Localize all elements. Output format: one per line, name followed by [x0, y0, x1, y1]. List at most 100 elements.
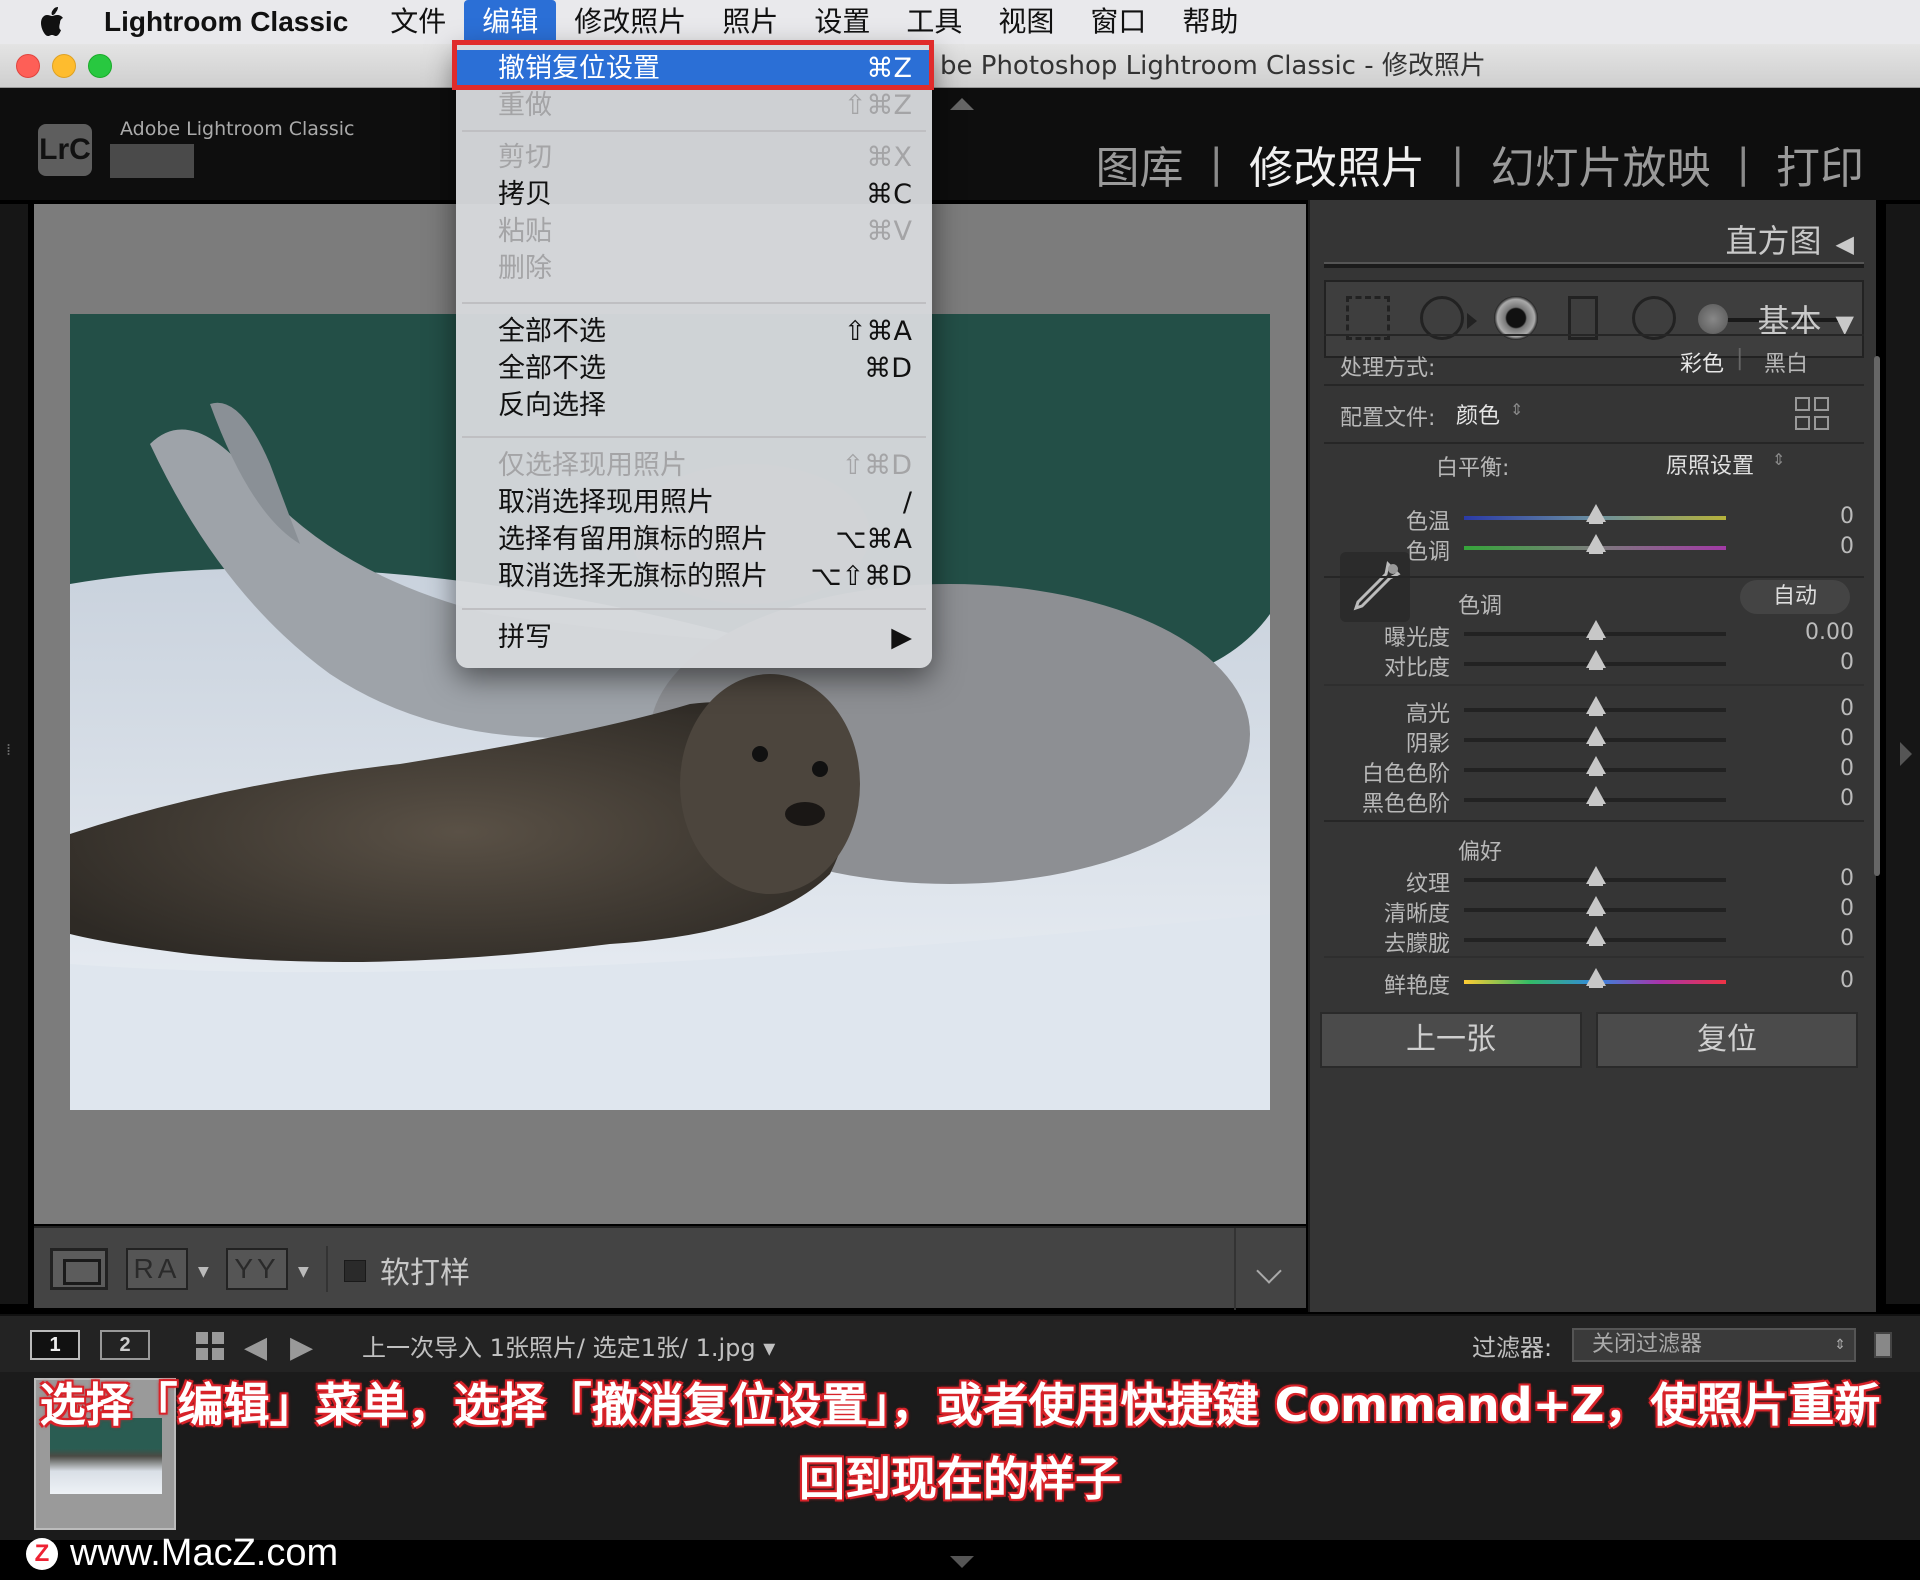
apple-icon[interactable] — [24, 0, 80, 44]
wb-select[interactable]: 原照设置 — [1666, 448, 1754, 480]
menu-item-copy[interactable]: 拷贝 ⌘C — [456, 177, 932, 213]
highlights-slider-knob[interactable] — [1586, 696, 1606, 716]
dehaze-value[interactable]: 0 — [1790, 926, 1854, 951]
menu-item-select-flagged[interactable]: 选择有留用旗标的照片 ⌥⌘A — [456, 522, 932, 558]
dehaze-slider-knob[interactable] — [1586, 926, 1606, 946]
blacks-value[interactable]: 0 — [1790, 786, 1854, 811]
app-subtitle: Adobe Lightroom Classic — [120, 118, 355, 140]
clarity-value[interactable]: 0 — [1790, 896, 1854, 921]
exposure-value[interactable]: 0.00 — [1790, 620, 1854, 645]
profile-browser-grid-icon[interactable] — [1794, 396, 1830, 432]
minimize-window-button[interactable] — [52, 54, 76, 78]
identity-plate — [110, 144, 194, 178]
texture-slider-knob[interactable] — [1586, 866, 1606, 886]
wb-stepper-icon[interactable]: ⇕ — [1772, 450, 1785, 469]
highlights-value[interactable]: 0 — [1790, 696, 1854, 721]
highlight-outline — [452, 40, 934, 90]
before-after-swap-button[interactable]: YY — [226, 1248, 288, 1290]
auto-tone-button[interactable]: 自动 — [1740, 580, 1850, 614]
shadows-label: 阴影 — [1405, 732, 1450, 757]
toolbar-content-menu-button[interactable] — [1234, 1228, 1306, 1310]
tint-value[interactable]: 0 — [1790, 534, 1854, 559]
filter-lock-icon[interactable] — [1874, 1332, 1892, 1358]
filmstrip-source[interactable]: 上一次导入 1张照片/ 选定1张/ 1.jpg ▾ — [362, 1328, 775, 1363]
module-library[interactable]: 图库 — [1070, 132, 1210, 196]
menu-item-select-active-only[interactable]: 仅选择现用照片 ⇧⌘D — [456, 448, 932, 484]
whites-label: 白色色阶 — [1361, 762, 1450, 787]
menu-item-select-none-2[interactable]: 全部不选 ⌘D — [456, 351, 932, 387]
profile-select[interactable]: 颜色 — [1456, 398, 1500, 430]
whites-slider-knob[interactable] — [1586, 756, 1606, 776]
tint-slider-knob[interactable] — [1586, 534, 1606, 554]
clarity-label: 清晰度 — [1383, 902, 1450, 927]
chevron-down-icon[interactable]: ▼ — [198, 1264, 209, 1280]
module-print[interactable]: 打印 — [1750, 132, 1890, 196]
blacks-slider-knob[interactable] — [1586, 786, 1606, 806]
temp-value[interactable]: 0 — [1790, 504, 1854, 529]
menu-view[interactable]: 视图 — [980, 0, 1072, 44]
top-panel-toggle-icon[interactable] — [950, 98, 974, 110]
menu-develop[interactable]: 修改照片 — [556, 0, 704, 44]
menu-item-invert-selection[interactable]: 反向选择 — [456, 388, 932, 424]
menu-item-redo[interactable]: 重做 ⇧⌘Z — [456, 88, 932, 124]
left-panel-toggle-icon[interactable]: ⁞ — [6, 740, 11, 759]
temp-slider-knob[interactable] — [1586, 504, 1606, 524]
module-slideshow[interactable]: 幻灯片放映 — [1465, 132, 1737, 196]
loupe-view-button[interactable] — [50, 1248, 108, 1290]
close-window-button[interactable] — [16, 54, 40, 78]
menu-item-deselect-active[interactable]: 取消选择现用照片 / — [456, 485, 932, 521]
contrast-slider-knob[interactable] — [1586, 650, 1606, 670]
module-develop[interactable]: 修改照片 — [1223, 132, 1451, 196]
vibrance-value[interactable]: 0 — [1790, 968, 1854, 993]
reset-button[interactable]: 复位 — [1596, 1012, 1858, 1068]
bottom-panel-toggle-icon[interactable] — [950, 1556, 974, 1568]
menu-item-delete[interactable]: 删除 — [456, 251, 932, 287]
treatment-color-option[interactable]: 彩色 — [1680, 346, 1724, 378]
menu-photo[interactable]: 照片 — [704, 0, 796, 44]
profile-stepper-icon[interactable]: ⇕ — [1510, 400, 1523, 419]
clarity-slider-knob[interactable] — [1586, 896, 1606, 916]
menu-item-deselect-unflagged[interactable]: 取消选择无旗标的照片 ⌥⇧⌘D — [456, 559, 932, 595]
temp-label: 色温 — [1405, 510, 1450, 535]
menu-item-paste[interactable]: 粘贴 ⌘V — [456, 214, 932, 250]
adjustment-brush-icon[interactable] — [1698, 304, 1728, 334]
vibrance-slider-knob[interactable] — [1586, 968, 1606, 988]
soft-proof-checkbox[interactable] — [344, 1260, 366, 1282]
texture-value[interactable]: 0 — [1790, 866, 1854, 891]
primary-display-button[interactable]: 1 — [30, 1330, 80, 1360]
menu-item-label: 剪切 — [498, 142, 552, 173]
back-arrow-icon[interactable]: ◀ — [244, 1330, 267, 1365]
menu-window[interactable]: 窗口 — [1072, 0, 1164, 44]
exposure-slider-knob[interactable] — [1586, 620, 1606, 640]
menu-item-select-none-1[interactable]: 全部不选 ⇧⌘A — [456, 314, 932, 350]
menu-settings[interactable]: 设置 — [796, 0, 888, 44]
treatment-bw-option[interactable]: 黑白 — [1764, 346, 1808, 378]
chevron-down-icon[interactable]: ▼ — [298, 1264, 309, 1280]
menu-file[interactable]: 文件 — [372, 0, 464, 44]
zoom-window-button[interactable] — [88, 54, 112, 78]
contrast-value[interactable]: 0 — [1790, 650, 1854, 675]
section-divider — [1324, 384, 1864, 386]
menu-item-shortcut: ⌘D — [864, 353, 912, 384]
forward-arrow-icon[interactable]: ▶ — [290, 1330, 313, 1365]
menu-help[interactable]: 帮助 — [1164, 0, 1256, 44]
menu-item-shortcut: ⇧⌘D — [841, 450, 912, 481]
menu-item-label: 反向选择 — [498, 390, 606, 421]
shadows-value[interactable]: 0 — [1790, 726, 1854, 751]
grid-view-icon[interactable] — [196, 1332, 226, 1362]
whites-value[interactable]: 0 — [1790, 756, 1854, 781]
menu-tools[interactable]: 工具 — [888, 0, 980, 44]
menu-item-spelling[interactable]: 拼写 ▶ — [456, 620, 932, 656]
filter-select[interactable]: 关闭过滤器 ⇕ — [1572, 1328, 1856, 1362]
histogram-header[interactable]: 直方图 ◀ — [1726, 216, 1854, 262]
shadows-slider-knob[interactable] — [1586, 726, 1606, 746]
menu-edit[interactable]: 编辑 — [464, 0, 557, 44]
menu-item-shortcut: ⌘X — [866, 142, 913, 173]
right-panel-scrollbar[interactable] — [1874, 356, 1880, 876]
before-after-button[interactable]: RA — [126, 1248, 188, 1290]
previous-button[interactable]: 上一张 — [1320, 1012, 1582, 1068]
app-menu[interactable]: Lightroom Classic — [104, 6, 348, 38]
secondary-display-button[interactable]: 2 — [100, 1330, 150, 1360]
menu-item-cut[interactable]: 剪切 ⌘X — [456, 140, 932, 176]
right-panel-toggle-icon[interactable] — [1900, 742, 1912, 766]
